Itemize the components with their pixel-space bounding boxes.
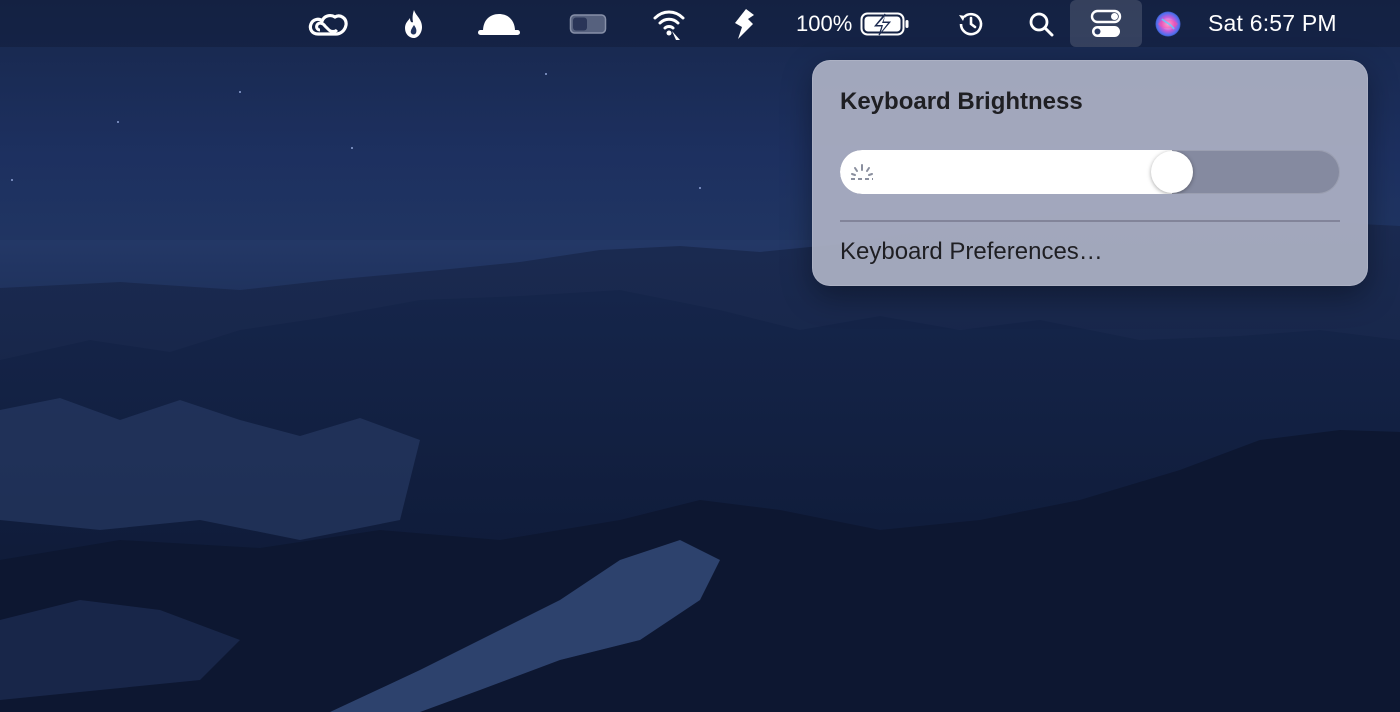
- toggle-switch-icon: [569, 13, 607, 34]
- creative-cloud-icon: [308, 13, 348, 36]
- dome-status-item[interactable]: [474, 0, 524, 47]
- panel-title: Keyboard Brightness: [840, 88, 1083, 115]
- panel-divider: [840, 220, 1340, 222]
- clock-text: Sat 6:57 PM: [1208, 10, 1337, 36]
- creative-cloud-status-item[interactable]: [304, 0, 352, 47]
- flame-icon: [405, 9, 422, 38]
- control-center-icon: [1090, 9, 1122, 37]
- wifi-icon: [653, 10, 685, 40]
- keyboard-preferences-menu-item[interactable]: Keyboard Preferences…: [840, 238, 1103, 266]
- flame-status-item[interactable]: [398, 0, 430, 47]
- slider-knob[interactable]: [1151, 151, 1193, 193]
- dropzone-icon: [735, 8, 754, 39]
- keyboard-brightness-panel: Keyboard Brightness Keyboard Preferences…: [812, 60, 1368, 286]
- menu-bar: 100% Sat 6:57 PM: [0, 0, 1400, 47]
- siri-icon: [1155, 11, 1181, 36]
- dome-hat-icon: [478, 13, 520, 35]
- keyboard-brightness-slider[interactable]: [840, 150, 1340, 194]
- spotlight-button[interactable]: [1026, 0, 1056, 47]
- keyboard-brightness-low-icon: [851, 164, 873, 180]
- dropzone-status-item[interactable]: [728, 0, 760, 47]
- control-center-button[interactable]: [1070, 0, 1142, 47]
- magnifying-glass-icon: [1029, 12, 1054, 36]
- toggle-status-item[interactable]: [566, 0, 610, 47]
- slider-fill: [840, 150, 1172, 194]
- battery-charging-icon: [860, 12, 909, 35]
- menubar-clock[interactable]: Sat 6:57 PM: [1208, 0, 1374, 47]
- battery-percentage: 100%: [796, 10, 853, 36]
- clock-arrow-icon: [959, 12, 983, 35]
- time-machine-status-item[interactable]: [954, 0, 988, 47]
- battery-status-item[interactable]: 100%: [796, 0, 918, 47]
- siri-button[interactable]: [1152, 0, 1184, 47]
- wifi-status-item[interactable]: [650, 0, 688, 47]
